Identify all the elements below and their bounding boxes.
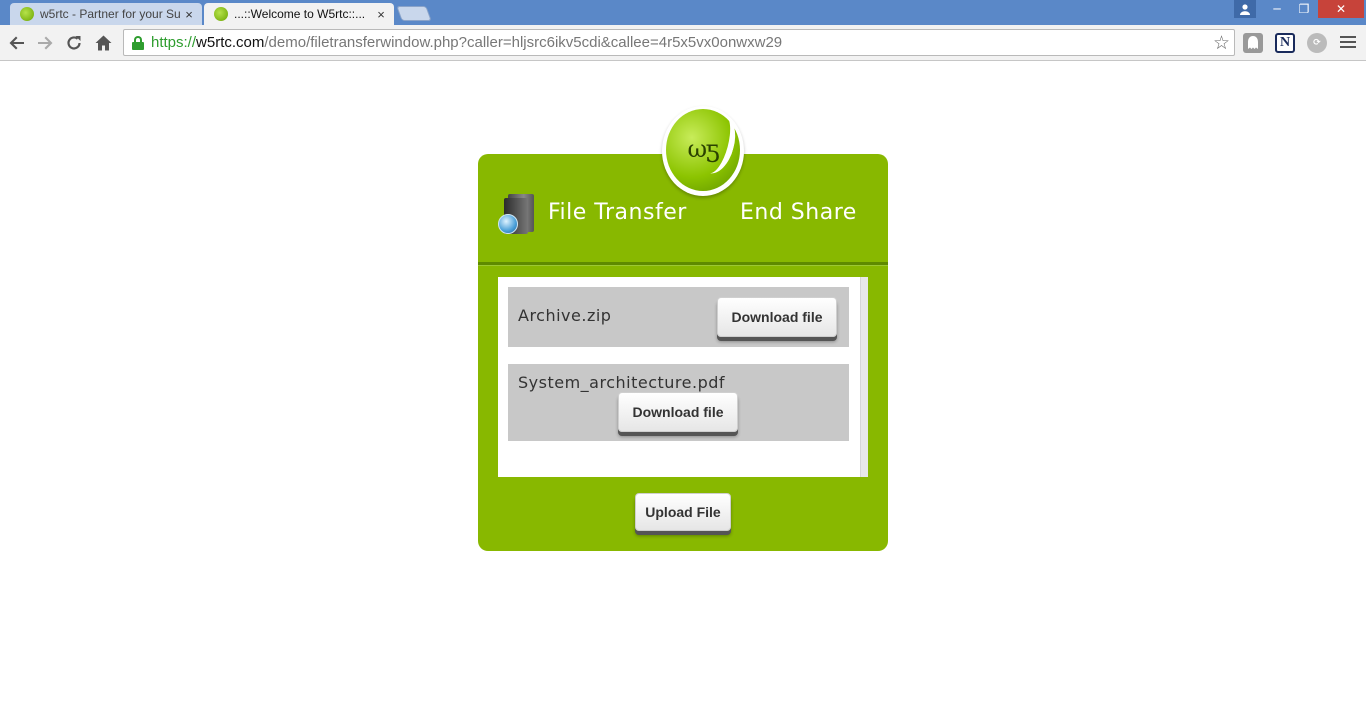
file-transfer-folder-icon (498, 194, 536, 236)
bookmark-star-icon[interactable]: ☆ (1213, 32, 1230, 55)
address-bar[interactable]: https:// w5rtc.com /demo/filetransferwin… (123, 29, 1235, 56)
ghostery-icon[interactable] (1243, 33, 1263, 53)
file-name: System_architecture.pdf (518, 373, 726, 392)
sync-extension-icon[interactable]: ⟳ (1307, 33, 1327, 53)
header-divider (478, 262, 888, 266)
url-scheme: https:// (151, 34, 197, 51)
tab-close-icon[interactable]: × (182, 7, 196, 22)
restore-button[interactable]: ❐ (1291, 0, 1317, 18)
close-window-button[interactable]: ✕ (1318, 0, 1364, 18)
n-extension-icon[interactable]: N (1275, 33, 1295, 53)
list-item: Archive.zip Download file (508, 287, 849, 347)
logo-text: ωƽ (687, 135, 719, 163)
forward-icon[interactable] (34, 32, 56, 54)
url-host: w5rtc.com (196, 34, 265, 51)
reload-icon[interactable] (63, 32, 85, 54)
w5rtc-logo: ωƽ (662, 106, 744, 196)
tab-w5rtc-partner[interactable]: w5rtc - Partner for your Su × (10, 3, 202, 25)
lock-icon[interactable] (131, 35, 145, 50)
w5rtc-favicon (20, 7, 34, 21)
tab-title: ...::Welcome to W5rtc::... (234, 7, 366, 21)
download-file-button[interactable]: Download file (618, 392, 738, 432)
browser-titlebar: w5rtc - Partner for your Su × ...::Welco… (0, 0, 1366, 25)
browser-toolbar: https:// w5rtc.com /demo/filetransferwin… (0, 25, 1366, 61)
back-icon[interactable] (6, 32, 28, 54)
list-item: System_architecture.pdf Download file (508, 364, 849, 441)
tab-welcome-w5rtc[interactable]: ...::Welcome to W5rtc::... × (204, 3, 394, 25)
w5rtc-favicon (214, 7, 228, 21)
url-path: /demo/filetransferwindow.php?caller=hljs… (264, 34, 783, 51)
file-transfer-panel: File Transfer End Share Archive.zip Down… (478, 154, 888, 551)
end-share-link[interactable]: End Share (740, 200, 857, 225)
file-list: Archive.zip Download file System_archite… (498, 277, 868, 477)
tab-title: w5rtc - Partner for your Su (40, 7, 181, 21)
tab-close-icon[interactable]: × (374, 7, 388, 22)
file-name: Archive.zip (518, 306, 612, 325)
new-tab-button[interactable] (396, 6, 432, 21)
file-list-scrollbar[interactable] (860, 277, 868, 477)
user-profile-icon[interactable] (1234, 0, 1256, 18)
home-icon[interactable] (92, 32, 114, 54)
download-file-button[interactable]: Download file (717, 297, 837, 337)
file-transfer-title: File Transfer (548, 200, 687, 225)
upload-file-button[interactable]: Upload File (635, 493, 731, 531)
minimize-button[interactable]: ─ (1264, 0, 1290, 18)
chrome-menu-icon[interactable] (1340, 34, 1356, 50)
